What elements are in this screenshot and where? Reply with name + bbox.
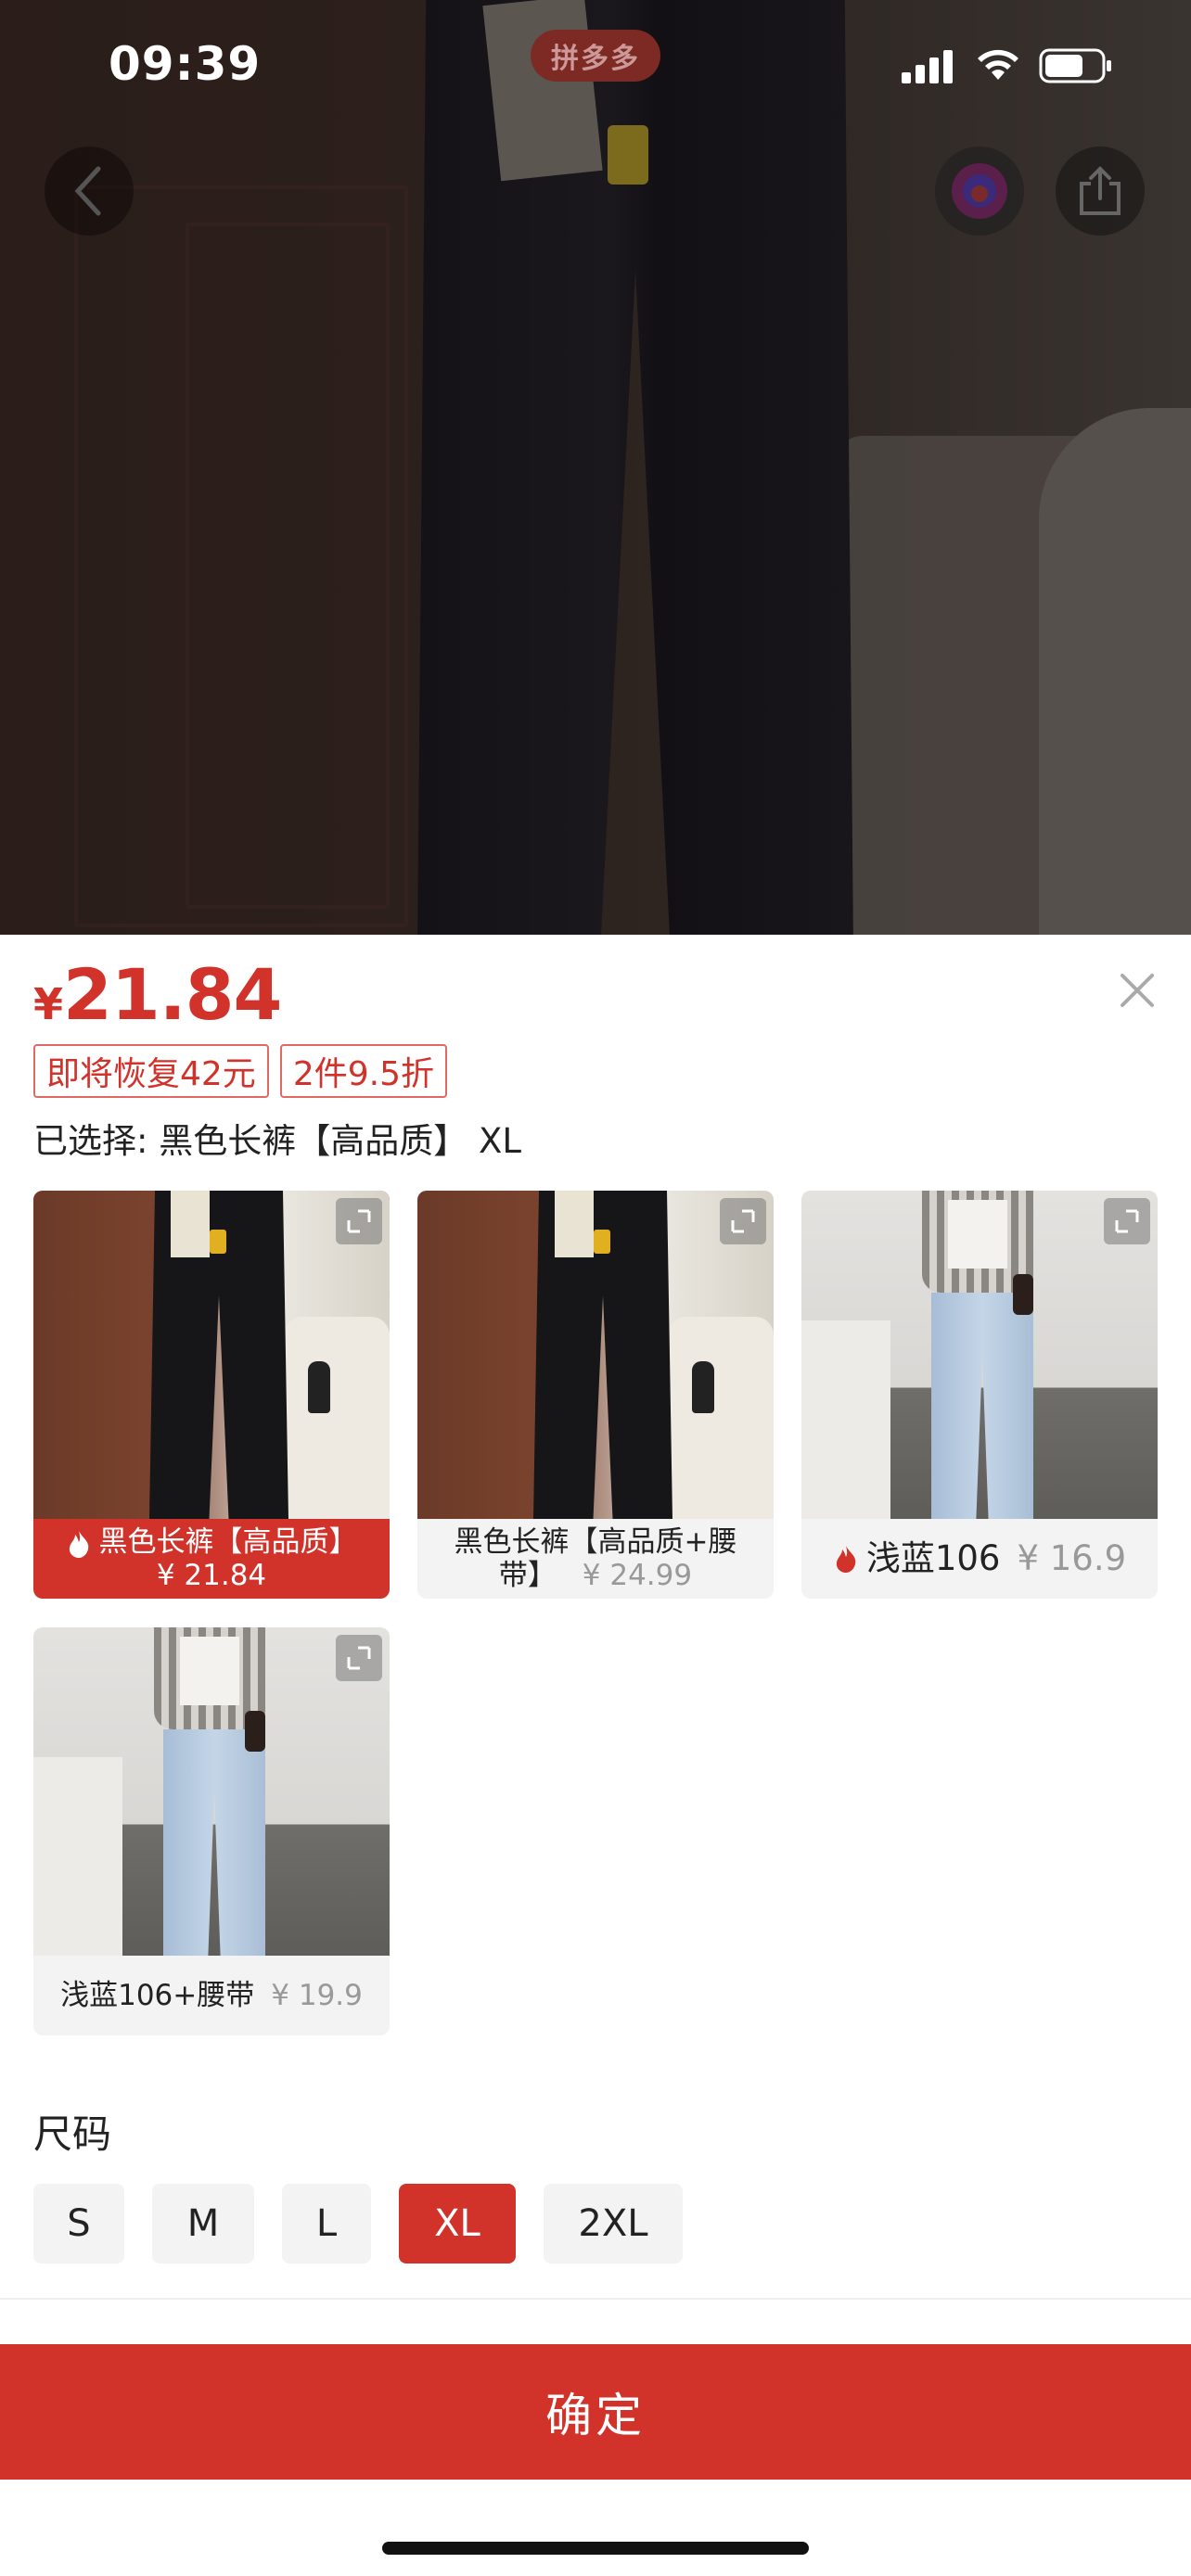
product-photo-backdrop: 拼多多 09:39	[0, 0, 1191, 935]
share-icon	[1080, 166, 1121, 215]
variant-option-black-premium-belt[interactable]: 黑色长裤【高品质+腰带】 ¥ 24.99	[417, 1191, 774, 1599]
variant-price: ¥ 19.9	[271, 1979, 363, 2012]
expand-icon	[347, 1209, 371, 1233]
divider	[0, 2298, 1191, 2300]
promo-tag-restore-price: 即将恢复42元	[33, 1044, 269, 1098]
variant-label: 黑色长裤【高品质+腰带】 ¥ 24.99	[417, 1519, 774, 1599]
variant-price: ¥ 24.99	[582, 1559, 693, 1592]
confirm-button[interactable]: 确定	[0, 2344, 1191, 2480]
price-currency: ¥	[33, 979, 64, 1029]
status-bar: 09:39	[0, 0, 1191, 130]
home-indicator	[382, 2542, 809, 2555]
pillow	[1039, 408, 1191, 935]
variant-thumbnail	[417, 1191, 774, 1519]
price-value: 21.84	[63, 953, 282, 1036]
variant-name: 黑色长裤【高品质】	[98, 1525, 358, 1559]
size-option-m[interactable]: M	[152, 2184, 254, 2264]
door-panel	[186, 223, 390, 909]
variant-option-black-premium[interactable]: 黑色长裤【高品质】 ¥ 21.84	[33, 1191, 390, 1599]
variant-thumbnail	[801, 1191, 1158, 1519]
promo-tags: 即将恢复42元 2件9.5折	[33, 1044, 447, 1098]
close-icon	[1121, 974, 1154, 1007]
variant-option-light-blue-106[interactable]: 浅蓝106 ¥ 16.9	[801, 1191, 1158, 1599]
promo-tag-discount: 2件9.5折	[279, 1044, 447, 1098]
size-option-s[interactable]: S	[33, 2184, 124, 2264]
battery-icon	[1039, 48, 1111, 83]
wifi-icon	[978, 49, 1018, 80]
back-button[interactable]	[45, 147, 134, 236]
current-price: ¥21.84	[33, 953, 282, 1036]
fire-icon	[836, 1546, 856, 1573]
size-section-title: 尺码	[33, 2111, 112, 2157]
fire-icon	[69, 1530, 88, 1558]
variant-option-light-blue-106-belt[interactable]: 浅蓝106+腰带 ¥ 19.9	[33, 1627, 390, 2035]
variant-price: ¥ 21.84	[156, 1559, 267, 1592]
avatar-icon	[952, 163, 1007, 219]
live-avatar-button[interactable]	[935, 147, 1024, 236]
variant-thumbnail	[33, 1191, 390, 1519]
variant-thumbnail	[33, 1627, 390, 1956]
sku-selector-sheet: ¥21.84 即将恢复42元 2件9.5折 已选择: 黑色长裤【高品质】 XL …	[0, 935, 1191, 2576]
variant-price: ¥ 16.9	[1017, 1538, 1127, 1578]
size-option-2xl[interactable]: 2XL	[544, 2184, 683, 2264]
expand-image-button[interactable]	[336, 1198, 382, 1244]
selected-summary: 已选择: 黑色长裤【高品质】 XL	[33, 1121, 521, 1161]
size-options: S M L XL 2XL	[33, 2184, 683, 2264]
expand-image-button[interactable]	[336, 1635, 382, 1681]
cellular-signal-icon	[902, 50, 954, 83]
expand-image-button[interactable]	[720, 1198, 766, 1244]
variant-label: 浅蓝106+腰带 ¥ 19.9	[33, 1956, 390, 2035]
chevron-left-icon	[74, 166, 101, 216]
variant-name: 浅蓝106+腰带	[60, 1979, 255, 2012]
expand-icon	[347, 1646, 371, 1670]
status-time: 09:39	[109, 37, 262, 91]
size-option-xl[interactable]: XL	[399, 2184, 516, 2264]
variant-label: 浅蓝106 ¥ 16.9	[801, 1519, 1158, 1599]
lock	[608, 125, 648, 185]
expand-icon	[731, 1209, 755, 1233]
expand-image-button[interactable]	[1104, 1198, 1150, 1244]
share-button[interactable]	[1056, 147, 1145, 236]
expand-icon	[1115, 1209, 1139, 1233]
size-option-l[interactable]: L	[282, 2184, 371, 2264]
close-button[interactable]	[1109, 963, 1165, 1018]
variant-name: 浅蓝106	[865, 1538, 1001, 1578]
variant-label: 黑色长裤【高品质】 ¥ 21.84	[33, 1519, 390, 1599]
